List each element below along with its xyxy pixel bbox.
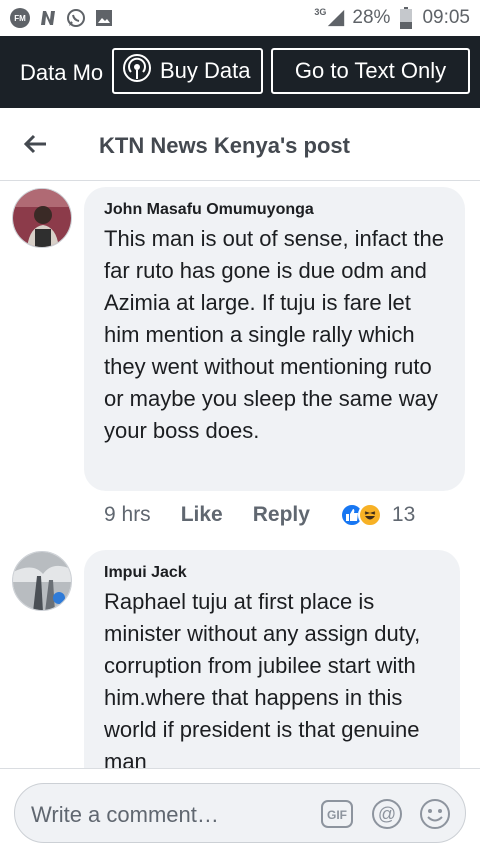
- post-header: KTN News Kenya's post: [0, 108, 480, 181]
- avatar[interactable]: [12, 188, 72, 248]
- gif-label: GIF: [327, 808, 347, 822]
- avatar[interactable]: [12, 551, 72, 611]
- comment-time: 9 hrs: [104, 503, 151, 526]
- comment-bubble[interactable]: John Masafu Omumuyonga This man is out o…: [84, 187, 465, 491]
- network-type: 3G: [314, 7, 327, 17]
- like-button[interactable]: Like: [181, 503, 223, 527]
- comment-placeholder: Write a comment…: [31, 802, 219, 827]
- comment-input[interactable]: Write a comment… GIF @: [14, 783, 466, 843]
- buy-data-label: Buy Data: [160, 58, 251, 83]
- comment-text: This man is out of sense, infact the far…: [104, 226, 444, 443]
- comment-author[interactable]: John Masafu Omumuyonga: [104, 201, 449, 219]
- whatsapp-icon: [66, 8, 86, 28]
- battery-percent: 28%: [352, 7, 391, 28]
- clock: 09:05: [422, 7, 470, 28]
- comment-composer: Write a comment… GIF @: [0, 768, 480, 854]
- data-mode-label: Data Mo: [20, 60, 104, 85]
- comment-text: Raphael tuju at first place is minister …: [104, 589, 421, 774]
- fm-radio-icon: FM: [10, 8, 30, 28]
- user-photo-icon: [13, 189, 71, 247]
- battery-icon: [396, 7, 416, 29]
- text-only-label: Go to Text Only: [294, 58, 447, 83]
- emoji-icon[interactable]: [419, 798, 451, 830]
- comment-meta: 9 hrs Like Reply 13: [104, 503, 415, 527]
- comment-author[interactable]: Impui Jack: [104, 564, 444, 582]
- data-mode-banner: Data Mo Buy Data Go to Text Only: [0, 36, 480, 108]
- buy-data-button[interactable]: Buy Data: [112, 48, 263, 94]
- reaction-count: 13: [391, 503, 416, 526]
- svg-text:@: @: [378, 804, 396, 824]
- page-title: KTN News Kenya's post: [99, 133, 350, 158]
- back-arrow-icon[interactable]: [20, 128, 52, 160]
- reactions[interactable]: [339, 503, 382, 527]
- user-photo-icon: [13, 552, 71, 610]
- status-bar: FM 3G 28% 09:05: [0, 0, 480, 36]
- n-app-icon: [38, 8, 58, 28]
- signal-icon: [326, 8, 346, 28]
- gallery-icon: [94, 8, 114, 28]
- text-only-button[interactable]: Go to Text Only: [271, 48, 470, 94]
- laughing-face-icon: [357, 503, 382, 527]
- reply-button[interactable]: Reply: [253, 503, 310, 527]
- broadcast-icon: [122, 53, 152, 89]
- gif-icon[interactable]: GIF: [321, 798, 353, 830]
- mention-icon[interactable]: @: [371, 798, 403, 830]
